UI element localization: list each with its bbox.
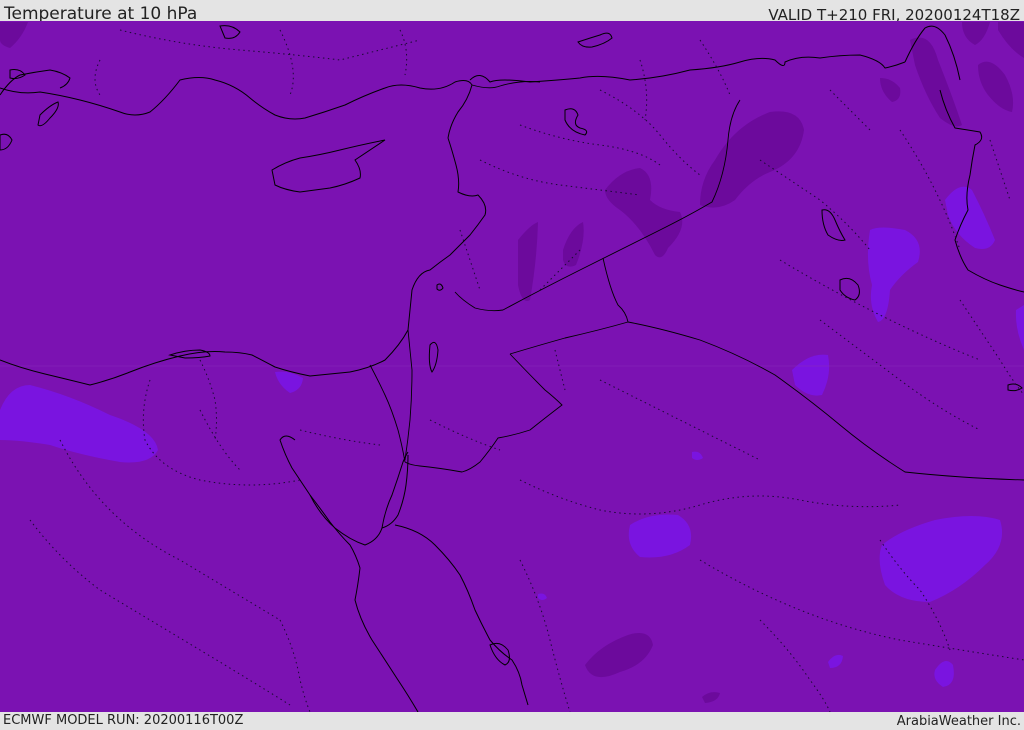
- temperature-field-base: [0, 21, 1024, 712]
- model-run-label: ECMWF MODEL RUN: 20200116T00Z: [3, 713, 244, 728]
- credit-label: ArabiaWeather Inc.: [896, 714, 1021, 729]
- map-canvas[interactable]: [0, 21, 1024, 712]
- footer-bar: ECMWF MODEL RUN: 20200116T00Z ArabiaWeat…: [0, 712, 1024, 729]
- header-bar: Temperature at 10 hPa VALID T+210 FRI, 2…: [0, 0, 1024, 24]
- temperature-map: [0, 21, 1024, 712]
